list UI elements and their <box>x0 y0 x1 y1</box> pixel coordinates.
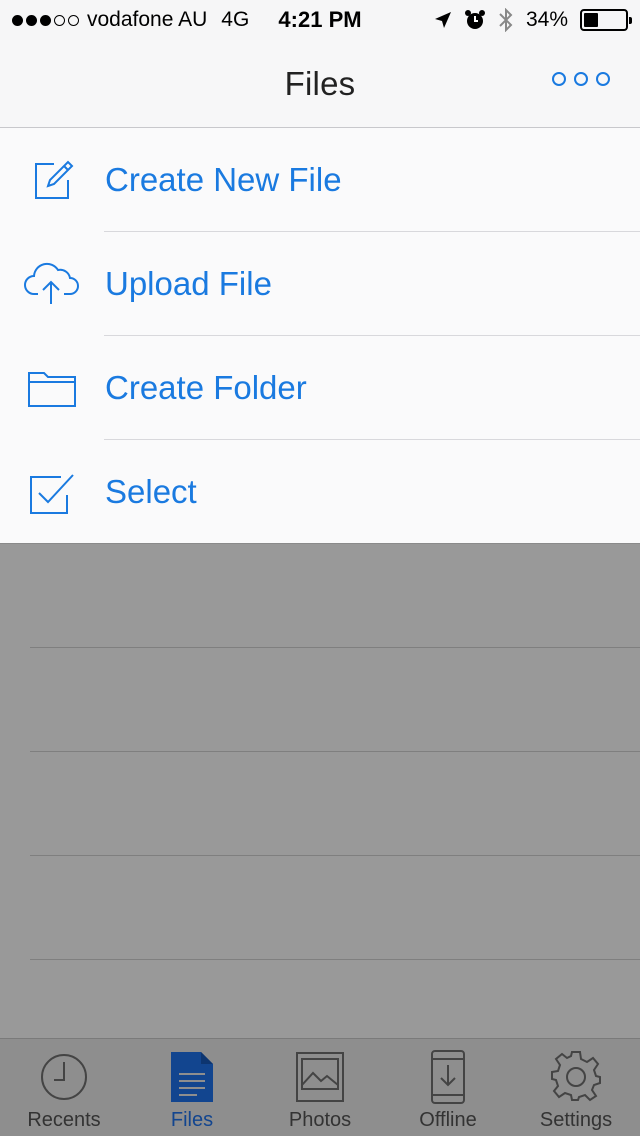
menu-item-label: Create New File <box>105 161 342 198</box>
menu-item-label: Upload File <box>105 265 272 302</box>
image-icon <box>296 1052 344 1102</box>
list-divider <box>30 751 640 752</box>
document-icon <box>171 1052 213 1102</box>
alarm-icon <box>464 10 485 29</box>
bluetooth-icon <box>499 8 513 32</box>
tab-bar: Recents Files Photos Offline Settings <box>0 1038 640 1136</box>
tab-recents[interactable]: Recents <box>0 1039 128 1136</box>
tab-label: Recents <box>27 1109 101 1131</box>
gear-icon <box>551 1051 601 1102</box>
menu-item-label: Create Folder <box>105 369 307 406</box>
battery-percentage: 34% <box>525 8 568 31</box>
screen: vodafone AU 4G 4:21 PM 34% Files Create … <box>0 0 640 1136</box>
battery-icon <box>580 9 632 31</box>
menu-item-select[interactable]: Select <box>0 440 640 544</box>
tab-offline[interactable]: Offline <box>384 1039 512 1136</box>
phone-download-icon <box>431 1050 465 1104</box>
list-divider <box>30 855 640 856</box>
network-type: 4G <box>221 8 250 31</box>
signal-strength <box>12 14 79 26</box>
carrier-name: vodafone AU <box>87 8 208 31</box>
dimmed-file-list[interactable] <box>0 544 640 1038</box>
location-arrow-icon <box>434 12 451 28</box>
tab-label: Photos <box>288 1109 352 1131</box>
list-divider <box>30 647 640 648</box>
tab-label: Files <box>170 1109 214 1131</box>
folder-icon <box>28 372 76 407</box>
tab-label: Settings <box>539 1109 613 1131</box>
menu-item-create-new-file[interactable]: Create New File <box>0 128 640 232</box>
tab-files[interactable]: Files <box>128 1039 256 1136</box>
list-divider <box>30 959 640 960</box>
status-bar: vodafone AU 4G 4:21 PM 34% <box>0 0 640 40</box>
tab-photos[interactable]: Photos <box>256 1039 384 1136</box>
cloud-upload-icon <box>24 262 79 304</box>
clock-icon <box>41 1054 87 1100</box>
page-title: Files <box>284 64 356 102</box>
tab-settings[interactable]: Settings <box>512 1039 640 1136</box>
clock-time: 4:21 PM <box>278 7 362 32</box>
navigation-bar: Files <box>0 40 640 128</box>
tab-label: Offline <box>419 1109 477 1131</box>
checkbox-icon <box>30 474 74 514</box>
more-icon-dot <box>596 72 610 86</box>
more-options-button[interactable] <box>552 72 610 86</box>
actions-menu: Create New File Upload File Create Folde… <box>0 128 640 544</box>
menu-item-label: Select <box>105 473 197 510</box>
menu-item-create-folder[interactable]: Create Folder <box>0 336 640 440</box>
more-icon-dot <box>574 72 588 86</box>
menu-item-upload-file[interactable]: Upload File <box>0 232 640 336</box>
edit-icon <box>35 160 74 199</box>
more-icon-dot <box>552 72 566 86</box>
